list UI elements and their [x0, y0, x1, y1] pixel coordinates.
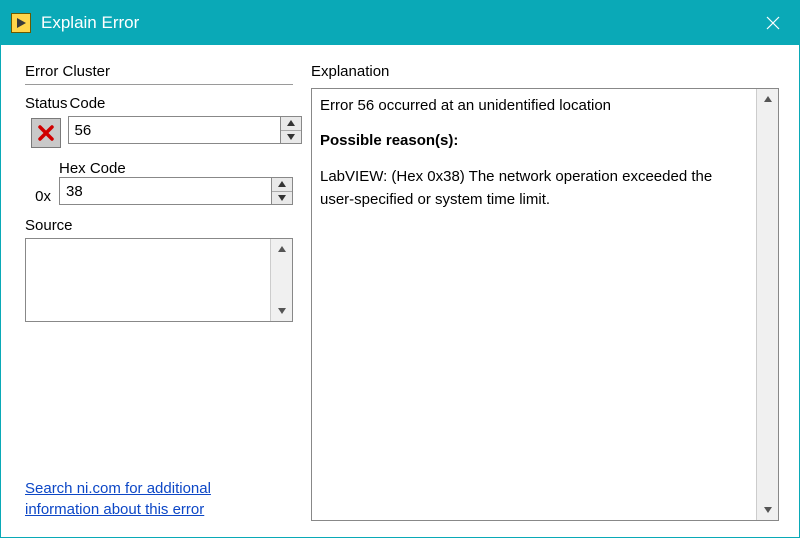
search-ni-link[interactable]: Search ni.com for additional information…: [25, 478, 260, 522]
hex-decrement[interactable]: [272, 192, 292, 205]
source-textarea[interactable]: [26, 239, 270, 321]
error-cluster-label: Error Cluster: [25, 63, 293, 80]
source-label: Source: [25, 217, 293, 234]
scroll-down-icon[interactable]: [757, 500, 778, 520]
window-title: Explain Error: [41, 13, 139, 33]
scroll-up-icon[interactable]: [757, 89, 778, 109]
code-increment[interactable]: [281, 117, 301, 131]
hex-label: Hex Code: [59, 160, 293, 177]
explanation-label: Explanation: [311, 63, 779, 80]
hex-spinner[interactable]: [59, 177, 293, 205]
hex-input[interactable]: [59, 177, 271, 205]
titlebar: Explain Error: [1, 1, 799, 45]
source-scrollbar[interactable]: [270, 239, 292, 321]
possible-reasons-header: Possible reason(s):: [320, 130, 746, 153]
app-icon: [11, 13, 31, 33]
hex-prefix: 0x: [35, 188, 51, 205]
reason-text: LabVIEW: (Hex 0x38) The network operatio…: [320, 166, 746, 211]
status-indicator[interactable]: [31, 118, 61, 148]
explanation-text: Error 56 occurred at an unidentified loc…: [312, 89, 756, 520]
hex-increment[interactable]: [272, 178, 292, 192]
close-button[interactable]: [747, 1, 799, 45]
close-icon: [766, 16, 780, 30]
scroll-up-icon[interactable]: [271, 239, 292, 259]
error-occurred-line: Error 56 occurred at an unidentified loc…: [320, 95, 746, 118]
code-input[interactable]: [68, 116, 280, 144]
scroll-down-icon[interactable]: [271, 301, 292, 321]
code-spinner[interactable]: [68, 116, 302, 144]
code-label: Code: [70, 95, 302, 112]
status-label: Status: [25, 95, 68, 112]
error-x-icon: [37, 124, 55, 142]
code-decrement[interactable]: [281, 131, 301, 144]
explanation-scrollbar[interactable]: [756, 89, 778, 520]
